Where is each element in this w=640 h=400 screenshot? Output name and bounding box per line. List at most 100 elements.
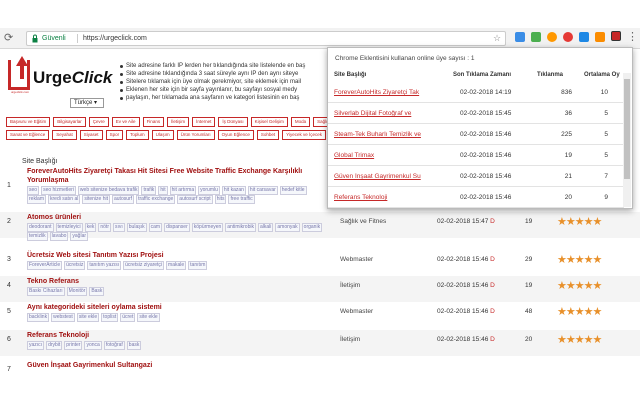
category-link[interactable]: İletişim [167,117,190,127]
extension-icon-3[interactable] [547,32,557,42]
tag-link[interactable]: sitenize hit [82,195,110,204]
extension-icon-6[interactable] [595,32,605,42]
row-title-link[interactable]: Referans Teknoloji [27,331,327,340]
menu-icon[interactable]: ⋮ [627,32,638,43]
tag-link[interactable]: alkali [257,223,274,232]
tag-link[interactable]: site ekle [137,313,160,322]
category-link[interactable]: Ev ve Aile [111,117,140,127]
rating-stars[interactable]: ★★★★★ [557,307,602,318]
category-link[interactable]: Oyun Eğlence [217,130,254,140]
tag-link[interactable]: amonyak [275,223,300,232]
tag-link[interactable]: yağlar [70,232,89,241]
row-title-link[interactable]: Tekno Referans [27,277,327,286]
report-icon[interactable]: D [490,308,495,315]
tag-link[interactable]: free traffic [228,195,255,204]
tag-link[interactable]: web sitenize bedava trafik [77,186,140,195]
report-icon[interactable]: D [490,256,495,263]
tag-link[interactable]: Monitör [66,287,88,296]
tag-link[interactable]: trafik [141,186,157,195]
tag-link[interactable]: yonca [84,341,102,350]
category-link[interactable]: Ulaşım [151,130,174,140]
tag-link[interactable]: yorumlu [198,186,220,195]
tag-link[interactable]: nötr [98,223,111,232]
popup-site-link[interactable]: Güven İnşaat Gayrimenkul Su [334,173,454,180]
tag-link[interactable]: kredi satın al [48,195,81,204]
tag-link[interactable]: toplist [101,313,119,322]
tag-link[interactable]: fotoğraf [103,341,125,350]
tag-link[interactable]: tanıtım [188,261,208,270]
extension-icon-4[interactable] [563,32,573,42]
tag-link[interactable]: site ekle [76,313,100,322]
tag-link[interactable]: drybit [46,341,63,350]
report-icon[interactable]: D [490,282,495,289]
tag-link[interactable]: temizleyici [55,223,83,232]
tag-link[interactable]: hit artırma [169,186,197,195]
popup-site-link[interactable]: Silverlab Dijital Fotoğraf ve [334,110,454,117]
tag-link[interactable]: yazıcı [27,341,45,350]
category-link[interactable]: Spor [105,130,124,140]
tag-link[interactable]: hit carsavar [247,186,278,195]
tag-link[interactable]: autosurf [112,195,135,204]
url-bar[interactable]: Güvenli https://urgeclick.com ☆ [26,31,506,46]
tag-link[interactable]: backlink [27,313,50,322]
popup-site-link[interactable]: Steam-Tek Buharlı Temizlik ve [334,131,454,138]
row-title-link[interactable]: Güven İnşaat Gayrimenkul Sultangazi [27,361,327,370]
extension-icon-5[interactable] [579,32,589,42]
category-link[interactable]: İş Dünyası [218,117,248,127]
popup-site-link[interactable]: Referans Teknoloji [334,194,454,201]
rating-stars[interactable]: ★★★★★ [557,255,602,266]
rating-stars[interactable]: ★★★★★ [557,281,602,292]
row-title-link[interactable]: Ücretsiz Web sitesi Tanıtım Yazısı Proje… [27,251,327,260]
tag-link[interactable]: tanıtım yazısı [87,261,122,270]
rating-stars[interactable]: ★★★★★ [557,217,602,228]
category-link[interactable]: Finans [142,117,165,127]
site-logo[interactable]: urgeclick.com UrgeClick [8,56,118,98]
category-link[interactable]: Bilgisayarlar [53,117,86,127]
report-icon[interactable]: D [490,336,495,343]
tag-link[interactable]: reklam [27,195,47,204]
popup-scrollbar[interactable] [623,73,631,207]
extension-icon-1[interactable] [515,32,525,42]
tag-link[interactable]: seo [27,186,40,195]
tag-link[interactable]: antimikrobik [225,223,256,232]
language-select[interactable]: Türkçe ▾ [70,98,104,108]
tag-link[interactable]: ForeverArticle [27,261,63,270]
category-link[interactable]: Toplum [126,130,149,140]
popup-site-link[interactable]: Global Trimax [334,152,454,159]
rating-stars[interactable]: ★★★★★ [557,335,602,346]
tag-link[interactable]: hits [214,195,227,204]
tag-link[interactable]: lavabo [49,232,69,241]
tag-link[interactable]: traffic exchange [136,195,176,204]
tag-link[interactable]: autosurf script [177,195,213,204]
tag-link[interactable]: köpürmeyen [191,223,224,232]
tag-link[interactable]: dispanser [164,223,190,232]
tag-link[interactable]: webstest [51,313,75,322]
tag-link[interactable]: seo hizmetleri [41,186,76,195]
row-title-link[interactable]: Aynı kategorideki siteleri oylama sistem… [27,303,327,312]
category-link[interactable]: Yiyecek ve İçecek [282,130,327,140]
extension-icon-2[interactable] [531,32,541,42]
bookmark-star-icon[interactable]: ☆ [493,33,501,44]
row-title-link[interactable]: Atomos ürünleri [27,213,327,222]
tag-link[interactable]: printer [64,341,83,350]
tag-link[interactable]: ücretsiz ziyaretçi [123,261,165,270]
category-link[interactable]: Başvuru ve Eğitim [6,117,51,127]
tag-link[interactable]: hit [158,186,168,195]
report-icon[interactable]: D [490,218,495,225]
tag-link[interactable]: kek [84,223,97,232]
tag-link[interactable]: makale [166,261,187,270]
tag-link[interactable]: bask [126,341,142,350]
tag-link[interactable]: temizlik [27,232,48,241]
category-link[interactable]: Seyahat [52,130,77,140]
category-link[interactable]: Moda [290,117,311,127]
category-link[interactable]: Sohbet [256,130,280,140]
reload-icon[interactable]: ⟳ [4,33,13,44]
tag-link[interactable]: cam [148,223,163,232]
category-link[interactable]: Çevre [88,117,109,127]
popup-site-link[interactable]: ForeverAutoHits Ziyaretçi Tak [334,89,454,96]
popup-scroll-thumb[interactable] [624,79,630,179]
tag-link[interactable]: bulaşık [126,223,147,232]
tag-link[interactable]: deodorant [27,223,54,232]
category-link[interactable]: Kişisel Gelişim [250,117,288,127]
urgeclick-extension-icon[interactable] [611,31,621,41]
